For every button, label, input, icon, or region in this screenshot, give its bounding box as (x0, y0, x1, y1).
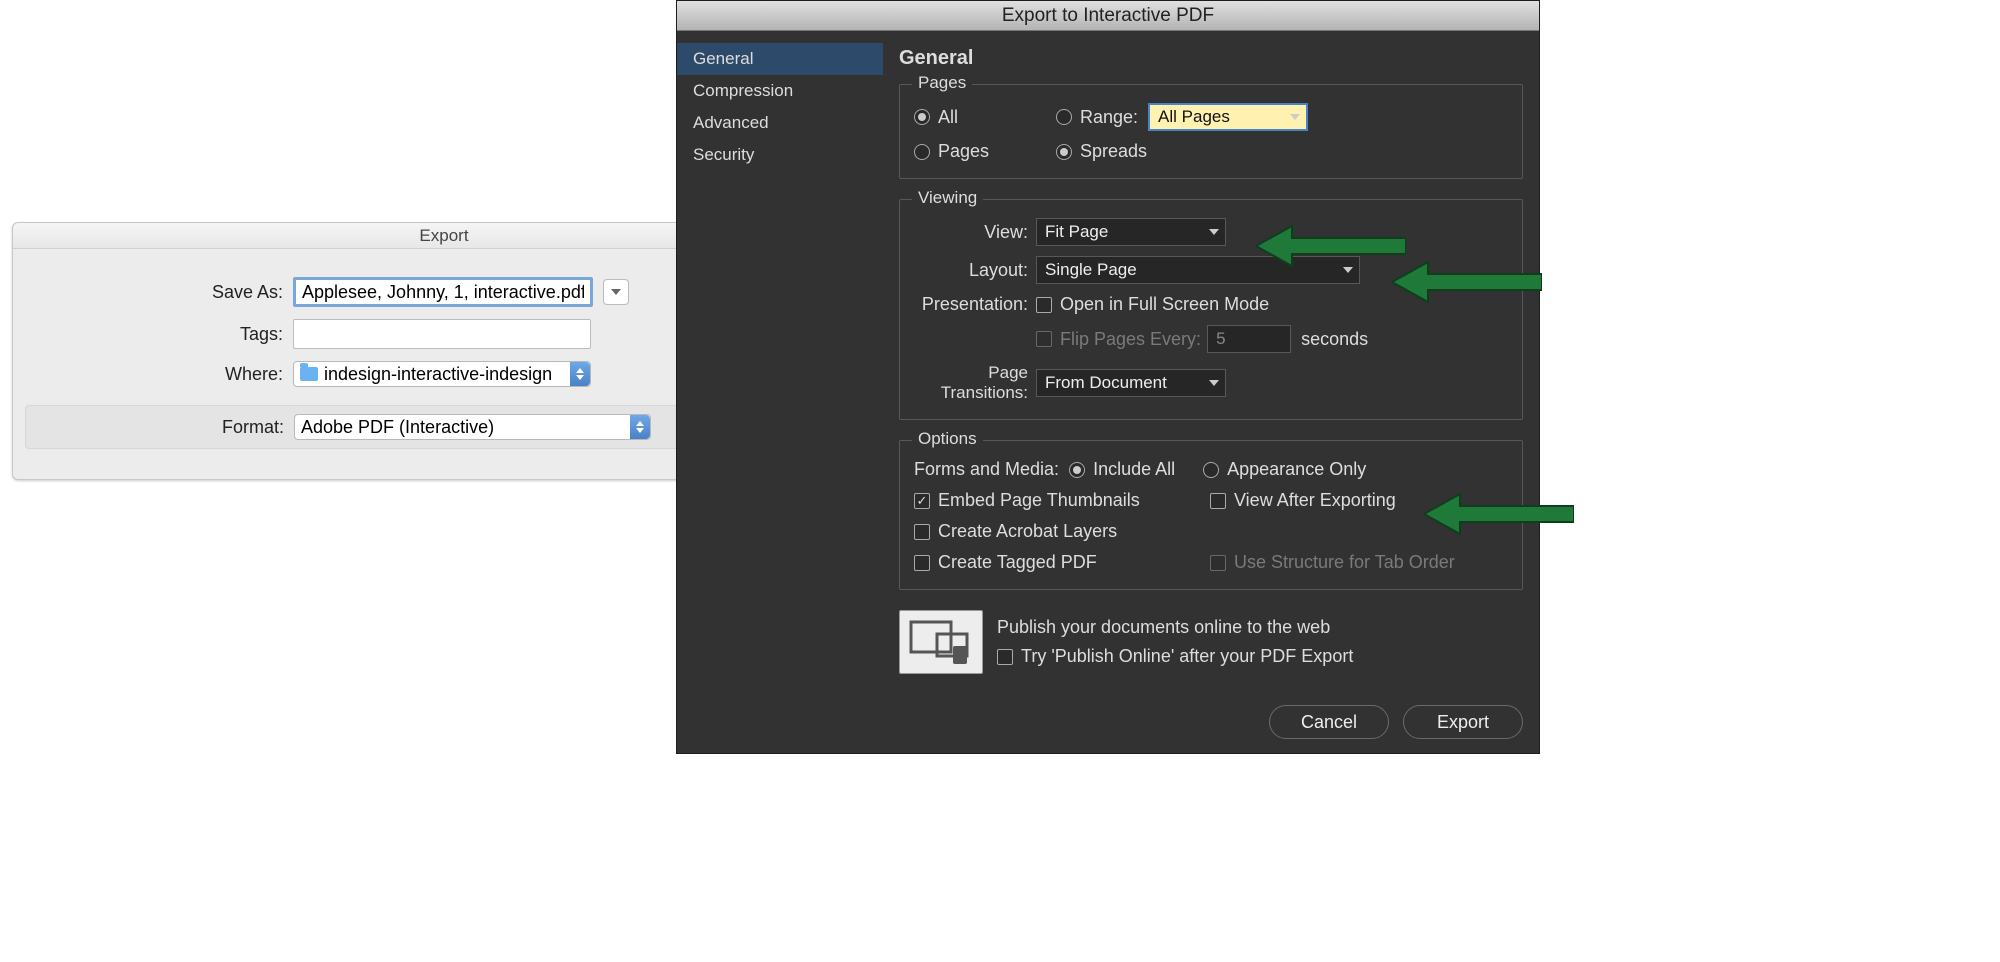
transitions-select[interactable]: From Document (1036, 369, 1226, 397)
chevron-down-icon (1209, 229, 1219, 235)
view-label: View: (914, 222, 1036, 243)
publish-online-footer: Publish your documents online to the web… (899, 610, 1523, 674)
radio-range-label: Range: (1080, 107, 1138, 128)
checkbox-publish-online[interactable] (997, 649, 1013, 665)
history-dropdown-button[interactable] (603, 279, 629, 305)
viewing-group-title: Viewing (912, 188, 983, 208)
radio-pages-label: Pages (938, 141, 1028, 162)
save-as-input[interactable] (293, 277, 593, 307)
layout-label: Layout: (914, 260, 1036, 281)
checkbox-flip (1036, 331, 1052, 347)
pdf-dialog-title: Export to Interactive PDF (677, 1, 1539, 31)
sidebar-item-general[interactable]: General (677, 43, 883, 75)
pages-group: Pages All Range: All Pages Pages Spreads (899, 84, 1523, 179)
publish-heading: Publish your documents online to the web (997, 617, 1353, 638)
flip-seconds-input: 5 (1207, 325, 1291, 353)
checkbox-publish-online-label: Try 'Publish Online' after your PDF Expo… (1021, 646, 1353, 667)
checkbox-tagged-pdf[interactable] (914, 555, 930, 571)
options-group-title: Options (912, 429, 983, 449)
panel-heading: General (899, 47, 1523, 70)
checkbox-fullscreen[interactable] (1036, 297, 1052, 313)
sidebar-item-security[interactable]: Security (677, 139, 883, 171)
stepper-icon (630, 415, 650, 439)
transitions-label: Page Transitions: (914, 363, 1036, 403)
options-group: Options Forms and Media: Include All App… (899, 440, 1523, 590)
checkbox-acrobat-layers[interactable] (914, 524, 930, 540)
viewing-group: Viewing View: Fit Page Layout: Single Pa… (899, 199, 1523, 420)
checkbox-fullscreen-label: Open in Full Screen Mode (1060, 294, 1269, 315)
save-as-label: Save As: (13, 282, 293, 303)
format-value: Adobe PDF (Interactive) (301, 417, 494, 438)
chevron-down-icon (611, 289, 621, 295)
chevron-down-icon (1290, 114, 1300, 120)
radio-include-all[interactable] (1069, 462, 1085, 478)
radio-range[interactable] (1056, 109, 1072, 125)
folder-icon (300, 367, 318, 381)
publish-online-icon (899, 610, 983, 674)
presentation-label: Presentation: (914, 294, 1036, 315)
chevron-down-icon (1209, 380, 1219, 386)
seconds-label: seconds (1301, 329, 1368, 350)
radio-all-label: All (938, 107, 1028, 128)
where-value: indesign-interactive-indesign (324, 364, 552, 385)
radio-include-all-label: Include All (1093, 459, 1175, 480)
layout-value: Single Page (1045, 260, 1137, 280)
radio-appearance-only-label: Appearance Only (1227, 459, 1366, 480)
checkbox-flip-label: Flip Pages Every: (1060, 329, 1201, 350)
radio-spreads[interactable] (1056, 144, 1072, 160)
range-combo[interactable]: All Pages (1148, 103, 1308, 131)
pdf-export-dialog: Export to Interactive PDF General Compre… (676, 0, 1540, 754)
view-value: Fit Page (1045, 222, 1108, 242)
checkbox-structure-tab (1210, 555, 1226, 571)
tags-label: Tags: (13, 324, 293, 345)
where-select[interactable]: indesign-interactive-indesign (293, 361, 591, 387)
sidebar-item-compression[interactable]: Compression (677, 75, 883, 107)
radio-pages[interactable] (914, 144, 930, 160)
tags-input[interactable] (293, 319, 591, 349)
where-label: Where: (13, 364, 293, 385)
export-button[interactable]: Export (1403, 705, 1523, 739)
sidebar-item-advanced[interactable]: Advanced (677, 107, 883, 139)
view-select[interactable]: Fit Page (1036, 218, 1226, 246)
checkbox-embed-thumbnails-label: Embed Page Thumbnails (938, 490, 1210, 511)
forms-label: Forms and Media: (914, 459, 1059, 480)
pages-group-title: Pages (912, 73, 972, 93)
radio-spreads-label: Spreads (1080, 141, 1147, 162)
format-label: Format: (26, 417, 294, 438)
cancel-button[interactable]: Cancel (1269, 705, 1389, 739)
checkbox-embed-thumbnails[interactable] (914, 493, 930, 509)
checkbox-structure-tab-label: Use Structure for Tab Order (1234, 552, 1455, 573)
layout-select[interactable]: Single Page (1036, 256, 1360, 284)
chevron-down-icon (1343, 267, 1353, 273)
format-select[interactable]: Adobe PDF (Interactive) (294, 414, 651, 440)
transitions-value: From Document (1045, 373, 1167, 393)
checkbox-view-after[interactable] (1210, 493, 1226, 509)
checkbox-tagged-pdf-label: Create Tagged PDF (938, 552, 1210, 573)
radio-appearance-only[interactable] (1203, 462, 1219, 478)
checkbox-view-after-label: View After Exporting (1234, 490, 1396, 511)
range-value: All Pages (1158, 107, 1230, 127)
stepper-icon (570, 362, 590, 386)
radio-all[interactable] (914, 109, 930, 125)
settings-sidebar: General Compression Advanced Security (677, 31, 883, 753)
checkbox-acrobat-layers-label: Create Acrobat Layers (938, 521, 1117, 542)
